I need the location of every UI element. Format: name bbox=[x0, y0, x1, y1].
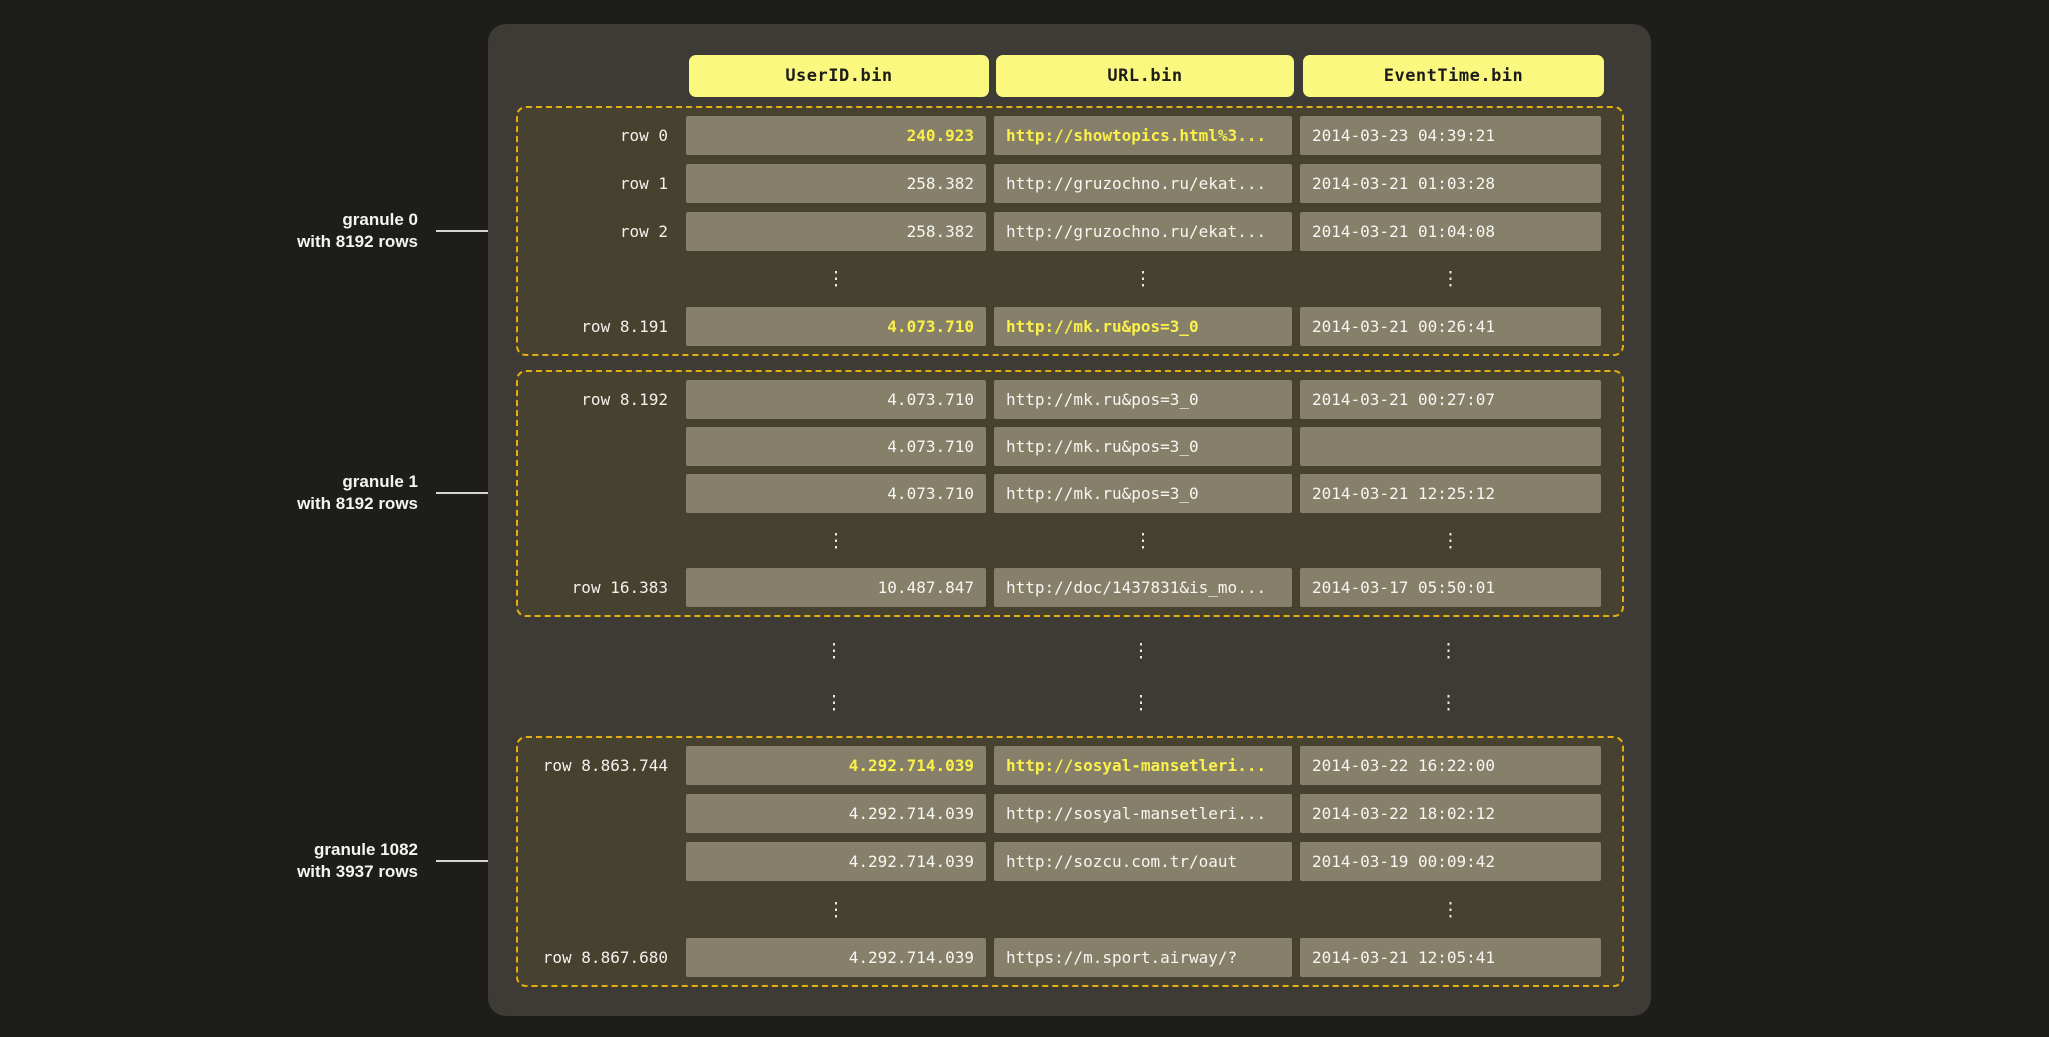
ellipsis-icon: ⋮ bbox=[684, 631, 984, 670]
ellipsis-icon: ⋮ bbox=[686, 890, 986, 929]
userid-cell: 4.073.710 bbox=[686, 307, 986, 346]
userid-cell: 10.487.847 bbox=[686, 568, 986, 607]
userid-cell: 4.073.710 bbox=[686, 380, 986, 419]
table-row: row 1 258.382 http://gruzochno.ru/ekat..… bbox=[518, 164, 1622, 203]
table-row: row 0 240.923 http://showtopics.html%3..… bbox=[518, 116, 1622, 155]
table-row: 4.073.710 http://mk.ru&pos=3_0 bbox=[518, 427, 1622, 466]
granule-0-label: granule 0 with 8192 rows bbox=[118, 209, 418, 253]
userid-cell: 4.292.714.039 bbox=[686, 842, 986, 881]
row-label: row 2 bbox=[522, 222, 668, 241]
ellipsis-row: ⋮ ⋮ ⋮ bbox=[516, 683, 1624, 722]
row-label: row 1 bbox=[522, 174, 668, 193]
table-row: row 8.192 4.073.710 http://mk.ru&pos=3_0… bbox=[518, 380, 1622, 419]
url-cell: http://gruzochno.ru/ekat... bbox=[994, 164, 1292, 203]
row-label: row 8.863.744 bbox=[522, 756, 668, 775]
row-label: row 8.191 bbox=[522, 317, 668, 336]
ellipsis-icon: ⋮ bbox=[686, 259, 986, 298]
ellipsis-icon: ⋮ bbox=[992, 683, 1290, 722]
userid-cell: 258.382 bbox=[686, 164, 986, 203]
url-cell: http://sosyal-mansetleri... bbox=[994, 794, 1292, 833]
url-cell: http://gruzochno.ru/ekat... bbox=[994, 212, 1292, 251]
data-part-panel: UserID.bin URL.bin EventTime.bin row 0 2… bbox=[488, 24, 1651, 1016]
eventtime-cell: 2014-03-23 04:39:21 bbox=[1300, 116, 1601, 155]
eventtime-cell: 2014-03-21 00:27:07 bbox=[1300, 380, 1601, 419]
granule-1-box: row 8.192 4.073.710 http://mk.ru&pos=3_0… bbox=[516, 370, 1624, 617]
ellipsis-icon: ⋮ bbox=[684, 683, 984, 722]
eventtime-cell: 2014-03-17 05:50:01 bbox=[1300, 568, 1601, 607]
ellipsis-row: ⋮ ⋮ ⋮ bbox=[518, 259, 1622, 298]
url-cell: http://mk.ru&pos=3_0 bbox=[994, 474, 1292, 513]
url-cell: http://mk.ru&pos=3_0 bbox=[994, 307, 1292, 346]
ellipsis-icon: ⋮ bbox=[1300, 259, 1601, 298]
granule-1082-label: granule 1082 with 3937 rows bbox=[118, 839, 418, 883]
eventtime-cell bbox=[1300, 427, 1601, 466]
url-cell: http://mk.ru&pos=3_0 bbox=[994, 427, 1292, 466]
ellipsis-icon: ⋮ bbox=[686, 521, 986, 560]
granule-1-label-line2: with 8192 rows bbox=[118, 493, 418, 515]
ellipsis-icon: ⋮ bbox=[1298, 631, 1599, 670]
granule-1082-box: row 8.863.744 4.292.714.039 http://sosya… bbox=[516, 736, 1624, 987]
url-cell: http://sosyal-mansetleri... bbox=[994, 746, 1292, 785]
row-label: row 8.192 bbox=[522, 390, 668, 409]
diagram-stage: granule 0 with 8192 rows granule 1 with … bbox=[0, 0, 2049, 1037]
table-row: 4.292.714.039 http://sozcu.com.tr/oaut 2… bbox=[518, 842, 1622, 881]
eventtime-cell: 2014-03-19 00:09:42 bbox=[1300, 842, 1601, 881]
ellipsis-row: ⋮ ⋮ bbox=[518, 890, 1622, 929]
eventtime-cell: 2014-03-21 01:03:28 bbox=[1300, 164, 1601, 203]
ellipsis-icon: ⋮ bbox=[992, 631, 1290, 670]
userid-cell: 4.292.714.039 bbox=[686, 794, 986, 833]
url-cell: https://m.sport.airway/? bbox=[994, 938, 1292, 977]
ellipsis-icon: ⋮ bbox=[1300, 521, 1601, 560]
granule-1082-label-line1: granule 1082 bbox=[118, 839, 418, 861]
eventtime-cell: 2014-03-22 18:02:12 bbox=[1300, 794, 1601, 833]
table-row: 4.292.714.039 http://sosyal-mansetleri..… bbox=[518, 794, 1622, 833]
column-header-eventtime-bin: EventTime.bin bbox=[1303, 55, 1604, 97]
row-label: row 8.867.680 bbox=[522, 948, 668, 967]
table-row: row 16.383 10.487.847 http://doc/1437831… bbox=[518, 568, 1622, 607]
userid-cell: 4.292.714.039 bbox=[686, 938, 986, 977]
granule-1082-label-line2: with 3937 rows bbox=[118, 861, 418, 883]
userid-cell: 258.382 bbox=[686, 212, 986, 251]
ellipsis-icon: ⋮ bbox=[1300, 890, 1601, 929]
eventtime-cell: 2014-03-21 01:04:08 bbox=[1300, 212, 1601, 251]
ellipsis-icon bbox=[994, 890, 1292, 929]
url-cell: http://doc/1437831&is_mo... bbox=[994, 568, 1292, 607]
row-label: row 0 bbox=[522, 126, 668, 145]
eventtime-cell: 2014-03-21 12:25:12 bbox=[1300, 474, 1601, 513]
eventtime-cell: 2014-03-22 16:22:00 bbox=[1300, 746, 1601, 785]
eventtime-cell: 2014-03-21 00:26:41 bbox=[1300, 307, 1601, 346]
granule-0-label-line1: granule 0 bbox=[118, 209, 418, 231]
url-cell: http://showtopics.html%3... bbox=[994, 116, 1292, 155]
userid-cell: 4.073.710 bbox=[686, 427, 986, 466]
table-row: row 8.191 4.073.710 http://mk.ru&pos=3_0… bbox=[518, 307, 1622, 346]
ellipsis-icon: ⋮ bbox=[994, 521, 1292, 560]
column-header-url-bin: URL.bin bbox=[996, 55, 1294, 97]
ellipsis-icon: ⋮ bbox=[1298, 683, 1599, 722]
table-row: row 2 258.382 http://gruzochno.ru/ekat..… bbox=[518, 212, 1622, 251]
table-row: 4.073.710 http://mk.ru&pos=3_0 2014-03-2… bbox=[518, 474, 1622, 513]
granule-0-label-line2: with 8192 rows bbox=[118, 231, 418, 253]
table-row: row 8.863.744 4.292.714.039 http://sosya… bbox=[518, 746, 1622, 785]
ellipsis-icon: ⋮ bbox=[994, 259, 1292, 298]
ellipsis-row: ⋮ ⋮ ⋮ bbox=[516, 631, 1624, 670]
table-row: row 8.867.680 4.292.714.039 https://m.sp… bbox=[518, 938, 1622, 977]
userid-cell: 4.073.710 bbox=[686, 474, 986, 513]
url-cell: http://mk.ru&pos=3_0 bbox=[994, 380, 1292, 419]
ellipsis-row: ⋮ ⋮ ⋮ bbox=[518, 521, 1622, 560]
eventtime-cell: 2014-03-21 12:05:41 bbox=[1300, 938, 1601, 977]
granule-0-box: row 0 240.923 http://showtopics.html%3..… bbox=[516, 106, 1624, 356]
userid-cell: 4.292.714.039 bbox=[686, 746, 986, 785]
granule-1-label: granule 1 with 8192 rows bbox=[118, 471, 418, 515]
column-header-userid-bin: UserID.bin bbox=[689, 55, 989, 97]
url-cell: http://sozcu.com.tr/oaut bbox=[994, 842, 1292, 881]
granule-1-label-line1: granule 1 bbox=[118, 471, 418, 493]
row-label: row 16.383 bbox=[522, 578, 668, 597]
userid-cell: 240.923 bbox=[686, 116, 986, 155]
